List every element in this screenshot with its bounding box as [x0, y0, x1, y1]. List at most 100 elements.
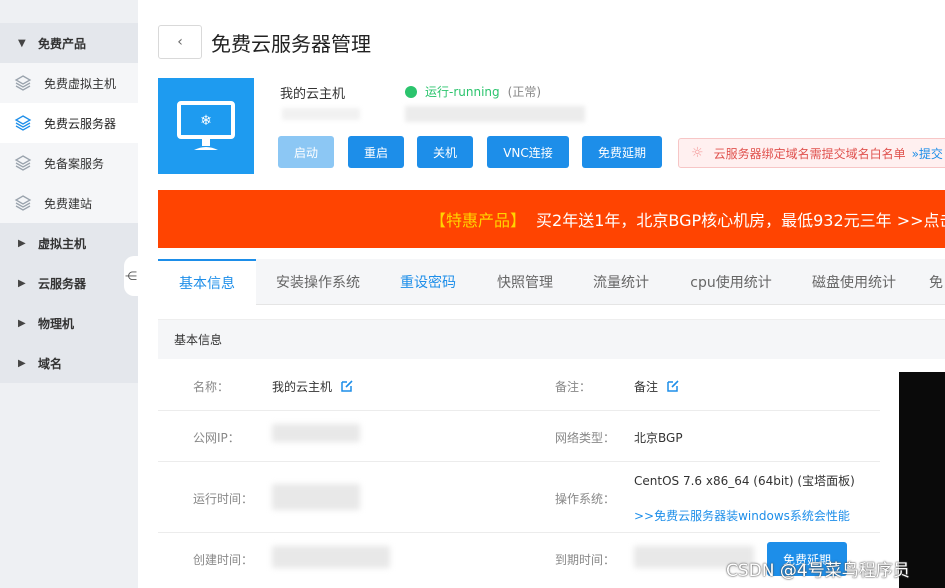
tab-snapshot[interactable]: 快照管理 — [476, 259, 574, 305]
redacted-runtime — [272, 484, 360, 510]
network-label: 网络类型： — [555, 431, 616, 445]
whitelist-notice: ☼ 云服务器绑定域名需提交域名白名单 »提交 — [678, 138, 945, 168]
lightbulb-icon: ☼ — [691, 145, 704, 161]
tab-reset-password[interactable]: 重设密码 — [380, 259, 476, 305]
notice-submit-link[interactable]: »提交 — [912, 145, 943, 162]
shutdown-button[interactable]: 关机 — [417, 136, 473, 168]
ip-label: 公网IP： — [193, 431, 240, 445]
chevron-left-icon: ‹ — [177, 34, 183, 50]
status-dot-icon — [405, 85, 417, 98]
name-text: 我的云主机 — [272, 380, 333, 394]
edit-icon[interactable] — [340, 379, 354, 396]
button-label: 免费延期 — [597, 145, 646, 160]
back-button[interactable]: ‹ — [158, 25, 202, 59]
tab-disk-stats[interactable]: 磁盘使用统计 — [794, 259, 914, 305]
tab-label: 安装操作系统 — [276, 275, 360, 291]
tab-label: 磁盘使用统计 — [812, 275, 896, 291]
sidebar-item-free-cloud-server[interactable]: 免费云服务器 — [0, 103, 138, 143]
name-label: 名称： — [193, 380, 230, 394]
edit-icon[interactable] — [666, 379, 680, 396]
server-monitor-icon: ❄ — [158, 78, 254, 174]
promo-banner[interactable]: 【特惠产品】 买2年送1年，北京BGP核心机房，最低932元三年 >>点击购 — [158, 190, 945, 248]
tab-label: 基本信息 — [179, 276, 235, 292]
sidebar: ▼ 免费产品 免费虚拟主机 免费云服务器 免备案服务 免费建站 ▶ 虚拟主机 ▶… — [0, 0, 138, 588]
button-label: 启动 — [293, 145, 318, 160]
tab-more[interactable]: 免 — [914, 259, 945, 305]
os-value: CentOS 7.6 x86_64 (64bit) (宝塔面板) — [634, 474, 855, 488]
start-button[interactable]: 启动 — [278, 136, 334, 168]
button-label: VNC连接 — [503, 145, 553, 160]
restart-button[interactable]: 重启 — [348, 136, 404, 168]
button-label: 关机 — [432, 145, 457, 160]
info-row-name — [158, 360, 880, 411]
sidebar-collapse-handle[interactable]: ⋲ — [124, 256, 138, 296]
sidebar-group-domain[interactable]: ▶ 域名 — [0, 343, 138, 383]
created-label: 创建时间： — [193, 553, 254, 567]
collapse-icon: ⋲ — [125, 269, 137, 283]
sidebar-item-label: 免备案服务 — [44, 156, 105, 171]
caret-right-icon: ▶ — [18, 357, 26, 369]
redacted-ip — [272, 424, 360, 442]
button-label: 重启 — [363, 145, 388, 160]
sidebar-group-virtual-host[interactable]: ▶ 虚拟主机 — [0, 223, 138, 263]
tab-label: 流量统计 — [593, 275, 649, 291]
section-heading: 基本信息 — [158, 319, 945, 359]
os-windows-link[interactable]: >>免费云服务器装windows系统会性能 — [634, 507, 850, 524]
remark-value: 备注 — [634, 378, 680, 396]
remark-label: 备注： — [555, 380, 592, 394]
svg-text:❄: ❄ — [200, 113, 212, 129]
os-label: 操作系统： — [555, 492, 616, 506]
info-row-ip — [158, 411, 880, 462]
runtime-label: 运行时间： — [193, 492, 254, 506]
layers-icon — [14, 74, 44, 92]
sidebar-group-physical-machine[interactable]: ▶ 物理机 — [0, 303, 138, 343]
tab-basic-info[interactable]: 基本信息 — [158, 259, 256, 305]
caret-right-icon: ▶ — [18, 237, 26, 249]
expire-label: 到期时间： — [555, 553, 616, 567]
promo-tag: 【特惠产品】 — [430, 211, 527, 230]
page-title: 免费云服务器管理 — [211, 32, 371, 56]
tab-label: 快照管理 — [497, 275, 553, 291]
sidebar-item-free-virtual-host[interactable]: 免费虚拟主机 — [0, 63, 138, 103]
sidebar-group-label: 物理机 — [38, 316, 75, 331]
remark-text: 备注 — [634, 380, 659, 394]
status-text: 运行-running — [425, 85, 500, 99]
sidebar-item-no-filing-service[interactable]: 免备案服务 — [0, 143, 138, 183]
watermark: CSDN @4号菜鸟程序员 — [726, 561, 910, 581]
promo-text: 买2年送1年，北京BGP核心机房，最低932元三年 >>点击购 — [536, 211, 945, 230]
sidebar-group-label: 域名 — [38, 356, 63, 371]
tab-cpu-stats[interactable]: cpu使用统计 — [668, 259, 794, 305]
layers-icon — [14, 194, 44, 212]
tab-bar: 基本信息 安装操作系统 重设密码 快照管理 流量统计 cpu使用统计 磁盘使用统… — [158, 259, 945, 305]
redacted-created — [272, 546, 390, 568]
tab-traffic-stats[interactable]: 流量统计 — [574, 259, 668, 305]
sidebar-item-label: 免费虚拟主机 — [44, 76, 117, 91]
notice-text: 云服务器绑定域名需提交域名白名单 — [713, 146, 906, 161]
server-status: 运行-running (正常) — [405, 83, 541, 100]
redacted-field — [405, 106, 585, 122]
tab-label: 免 — [929, 275, 943, 291]
app-root: ▼ 免费产品 免费虚拟主机 免费云服务器 免备案服务 免费建站 ▶ 虚拟主机 ▶… — [0, 0, 945, 588]
server-name: 我的云主机 — [280, 87, 346, 102]
sidebar-item-free-site-builder[interactable]: 免费建站 — [0, 183, 138, 223]
tab-install-os[interactable]: 安装操作系统 — [256, 259, 380, 305]
vnc-connect-button[interactable]: VNC连接 — [487, 136, 569, 168]
free-renewal-button[interactable]: 免费延期 — [582, 136, 662, 168]
tab-label: cpu使用统计 — [690, 275, 772, 291]
redacted-field — [282, 108, 360, 120]
sidebar-item-label: 免费云服务器 — [44, 116, 117, 131]
sidebar-group-free-products[interactable]: ▼ 免费产品 — [0, 23, 138, 63]
caret-right-icon: ▶ — [18, 317, 26, 329]
layers-icon — [14, 114, 44, 132]
caret-right-icon: ▶ — [18, 277, 26, 289]
tab-label: 重设密码 — [400, 275, 456, 291]
network-value: 北京BGP — [634, 431, 683, 445]
name-value: 我的云主机 — [272, 378, 354, 396]
status-note: (正常) — [507, 85, 542, 99]
sidebar-group-cloud-server[interactable]: ▶ 云服务器 — [0, 263, 138, 303]
sidebar-group-label: 虚拟主机 — [38, 236, 87, 251]
sidebar-group-label: 云服务器 — [38, 276, 87, 291]
layers-icon — [14, 154, 44, 172]
caret-down-icon: ▼ — [18, 37, 26, 49]
sidebar-item-label: 免费建站 — [44, 196, 93, 211]
